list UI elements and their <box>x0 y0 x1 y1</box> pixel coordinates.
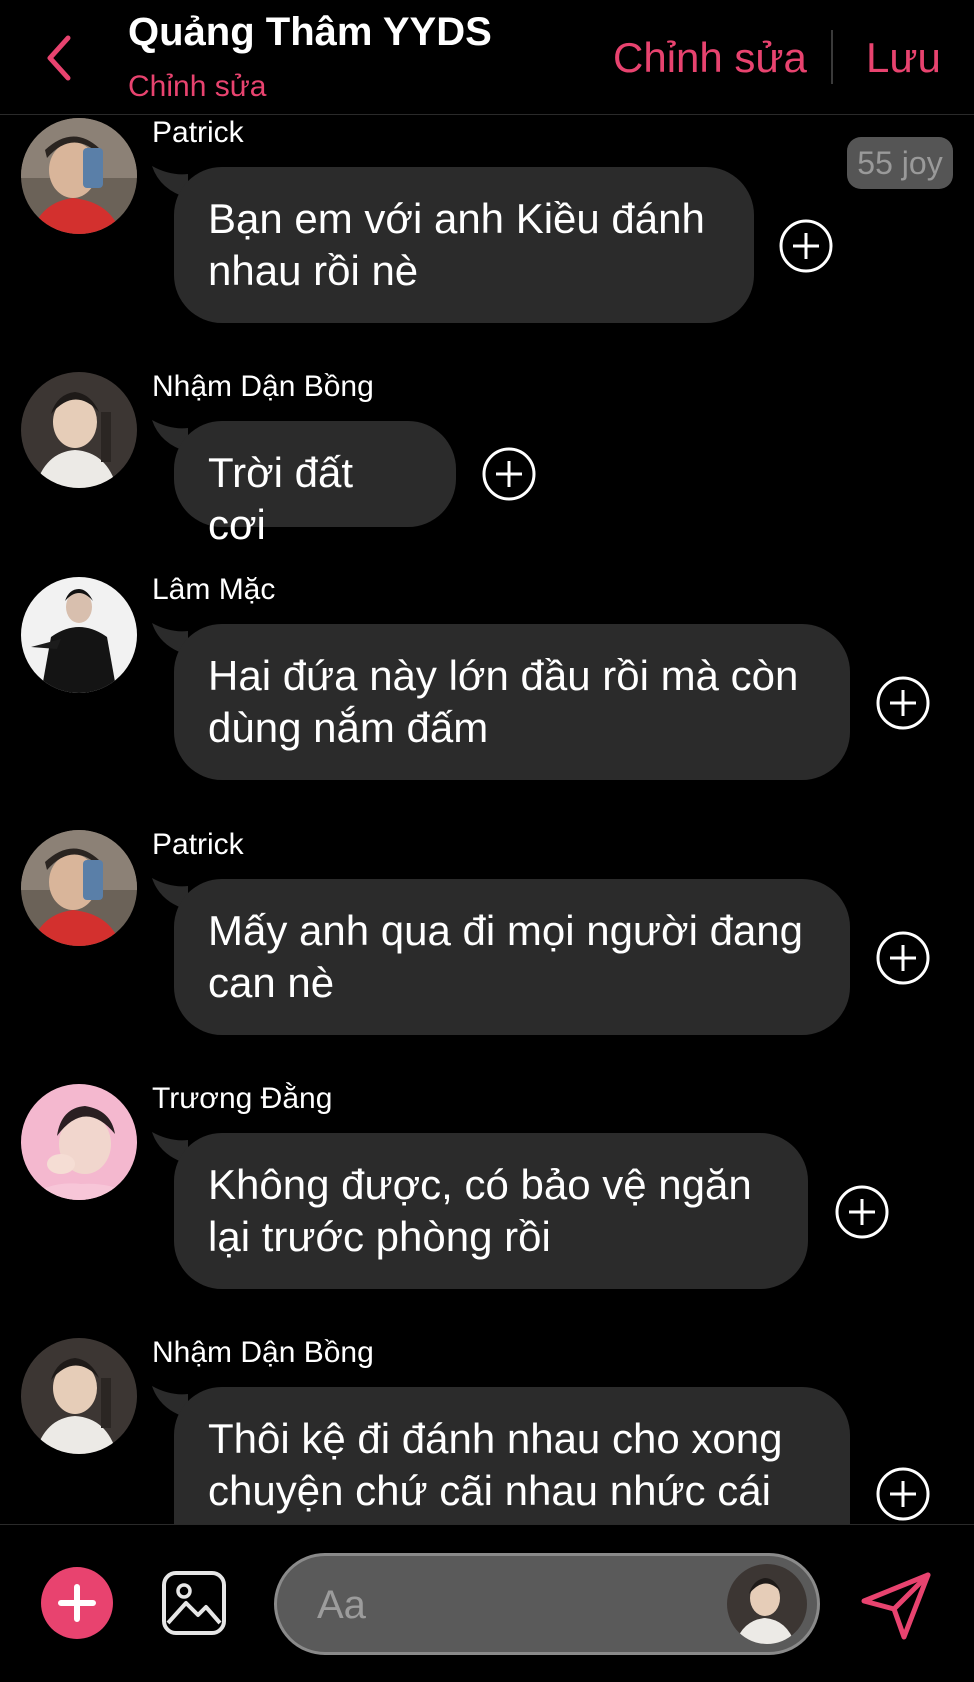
avatar[interactable] <box>21 1084 137 1200</box>
avatar-image <box>21 1084 137 1200</box>
avatar-image <box>727 1564 807 1644</box>
add-reaction-icon[interactable] <box>875 930 931 986</box>
message-line: Hai đứa này lớn đầu rồi mà còn <box>208 652 799 699</box>
chat-title: Quảng Thâm YYDS <box>128 10 492 54</box>
chat-screen: Quảng Thâm YYDS Chỉnh sửa Chỉnh sửa Lưu … <box>0 0 974 1682</box>
composer-bar <box>0 1524 974 1682</box>
avatar-image <box>21 1338 137 1454</box>
message-line: Bạn em với anh Kiều đánh <box>208 195 705 242</box>
message-line: Thôi kệ đi đánh nhau cho xong <box>208 1415 783 1462</box>
message-line: Trời đất cơi <box>208 449 354 548</box>
plus-icon <box>58 1584 96 1622</box>
avatar[interactable] <box>21 1338 137 1454</box>
message-line: lại trước phòng rồi <box>208 1213 551 1260</box>
send-button[interactable] <box>858 1567 934 1643</box>
message-line: Mấy anh qua đi mọi người đang <box>208 907 804 954</box>
avatar[interactable] <box>21 118 137 234</box>
add-reaction-icon[interactable] <box>778 218 834 274</box>
avatar[interactable] <box>21 577 137 693</box>
sender-name: Nhậm Dận Bồng <box>152 370 374 403</box>
send-icon <box>861 1572 931 1640</box>
message-bubble[interactable]: Không được, có bảo vệ ngăn lại trước phò… <box>174 1133 808 1289</box>
character-avatar-button[interactable] <box>727 1564 807 1644</box>
avatar[interactable] <box>21 372 137 488</box>
sender-name: Lâm Mặc <box>152 573 276 606</box>
add-reaction-icon[interactable] <box>481 446 537 502</box>
avatar-image <box>21 577 137 693</box>
message-line: nhau rồi nè <box>208 247 419 294</box>
message-input-container[interactable] <box>274 1553 820 1655</box>
message-item: Nhậm Dận Bồng Thôi kệ đi đánh nhau cho x… <box>0 1334 974 1524</box>
avatar-image <box>21 118 137 234</box>
score-badge: 55 joy <box>847 137 953 189</box>
add-reaction-icon[interactable] <box>875 675 931 731</box>
image-icon <box>162 1571 226 1635</box>
avatar[interactable] <box>21 830 137 946</box>
edit-button[interactable]: Chỉnh sửa <box>613 34 807 82</box>
chevron-left-icon <box>47 35 71 81</box>
add-reaction-icon[interactable] <box>834 1184 890 1240</box>
message-line: dùng nắm đấm <box>208 704 489 751</box>
message-line: chuyện chứ cãi nhau nhức cái <box>208 1467 771 1514</box>
avatar-image <box>21 372 137 488</box>
save-button[interactable]: Lưu <box>866 34 941 82</box>
message-bubble[interactable]: Thôi kệ đi đánh nhau cho xong chuyện chứ… <box>174 1387 850 1524</box>
message-bubble[interactable]: Mấy anh qua đi mọi người đang can nè <box>174 879 850 1035</box>
sender-name: Nhậm Dận Bồng <box>152 1336 374 1369</box>
add-reaction-icon[interactable] <box>875 1466 931 1522</box>
message-line: can nè <box>208 959 335 1006</box>
avatar-image <box>21 830 137 946</box>
chat-subtitle[interactable]: Chỉnh sửa <box>128 70 267 104</box>
add-button[interactable] <box>41 1567 113 1639</box>
sender-name: Trương Đằng <box>152 1082 333 1115</box>
message-bubble[interactable]: Bạn em với anh Kiều đánh nhau rồi nè <box>174 167 754 323</box>
message-bubble[interactable]: Trời đất cơi <box>174 421 456 548</box>
header: Quảng Thâm YYDS Chỉnh sửa Chỉnh sửa Lưu <box>0 0 974 115</box>
header-divider <box>831 30 833 84</box>
message-line: Không được, có bảo vệ ngăn <box>208 1161 752 1208</box>
sender-name: Patrick <box>152 116 244 149</box>
back-button[interactable] <box>40 30 80 86</box>
image-button[interactable] <box>160 1569 228 1637</box>
message-bubble[interactable]: Hai đứa này lớn đầu rồi mà còn dùng nắm … <box>174 624 850 780</box>
sender-name: Patrick <box>152 828 244 861</box>
message-input[interactable] <box>315 1576 699 1634</box>
